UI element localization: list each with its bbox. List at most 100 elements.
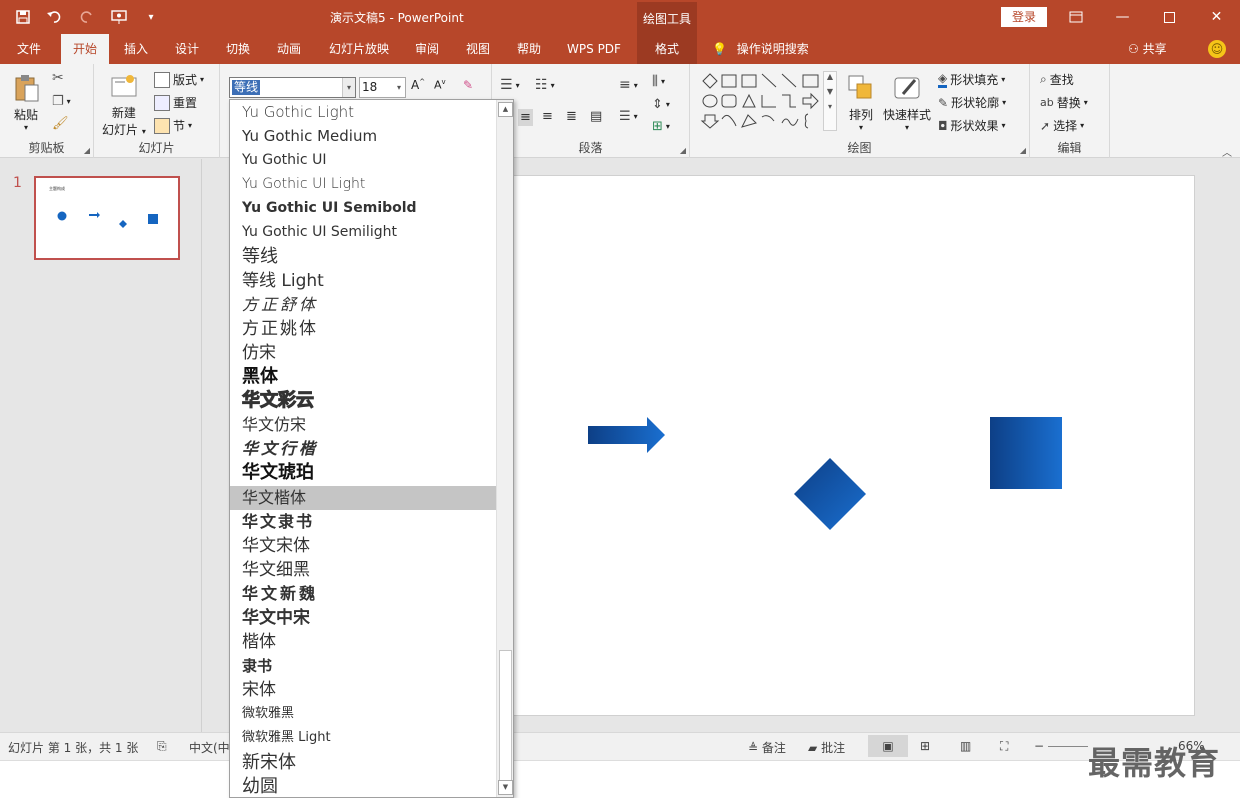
font-option[interactable]: Yu Gothic Light bbox=[230, 100, 496, 124]
notes-button[interactable]: ≜ 备注 bbox=[748, 739, 786, 756]
scroll-up-icon[interactable]: ▲ bbox=[498, 102, 513, 117]
font-name-dropdown-icon[interactable]: ▾ bbox=[342, 78, 355, 97]
tab-transitions[interactable]: 切换 bbox=[216, 34, 260, 64]
font-option[interactable]: 华文中宋 bbox=[230, 606, 496, 630]
cut-button[interactable]: ✂ bbox=[52, 70, 64, 86]
gallery-down-icon[interactable]: ▼ bbox=[824, 87, 836, 96]
format-painter-button[interactable]: 🖌 bbox=[52, 116, 69, 131]
shrink-font-button[interactable]: Av bbox=[434, 78, 446, 92]
font-option[interactable]: 华文宋体 bbox=[230, 534, 496, 558]
start-from-beginning-icon[interactable] bbox=[106, 6, 132, 28]
customize-qat-icon[interactable]: ▾ bbox=[138, 6, 164, 28]
font-option[interactable]: Yu Gothic UI Light bbox=[230, 172, 496, 196]
square-shape[interactable] bbox=[990, 417, 1062, 489]
distributed-button[interactable]: ▤ bbox=[590, 109, 602, 124]
comments-button[interactable]: ▰ 批注 bbox=[808, 739, 845, 756]
tab-wps-pdf[interactable]: WPS PDF bbox=[558, 34, 630, 64]
align-text-button[interactable]: ⇕ ▾ bbox=[652, 97, 670, 112]
font-option[interactable]: 仿宋 bbox=[230, 341, 496, 365]
slide-sorter-button[interactable]: ⊞ bbox=[920, 739, 930, 753]
shape-outline-button[interactable]: ✎ 形状轮廓 ▾ bbox=[938, 94, 1006, 111]
minimize-icon[interactable]: — bbox=[1099, 0, 1146, 34]
font-size-combobox[interactable]: 18 ▾ bbox=[359, 77, 406, 98]
font-option[interactable]: 隶书 bbox=[230, 654, 496, 678]
zoom-slider[interactable] bbox=[1048, 746, 1088, 747]
scroll-down-icon[interactable]: ▼ bbox=[498, 780, 513, 795]
paste-button[interactable]: 粘贴 ▾ bbox=[10, 72, 42, 132]
shape-effects-button[interactable]: ◘ 形状效果 ▾ bbox=[938, 117, 1006, 134]
font-option[interactable]: 等线 Light bbox=[230, 269, 496, 293]
font-option[interactable]: 方正姚体 bbox=[230, 317, 496, 341]
font-option[interactable]: 新宋体 bbox=[230, 751, 496, 775]
tab-view[interactable]: 视图 bbox=[456, 34, 500, 64]
close-icon[interactable]: ✕ bbox=[1193, 0, 1240, 34]
font-option[interactable]: 华文琥珀 bbox=[230, 461, 496, 485]
clear-formatting-button[interactable]: ✎ bbox=[463, 78, 473, 92]
tab-help[interactable]: 帮助 bbox=[507, 34, 551, 64]
tab-animations[interactable]: 动画 bbox=[267, 34, 311, 64]
arrange-button[interactable]: 排列 ▾ bbox=[845, 72, 877, 132]
section-button[interactable]: 节 ▾ bbox=[154, 117, 192, 134]
gallery-more-icon[interactable]: ▾ bbox=[824, 102, 836, 111]
tab-format[interactable]: 格式 bbox=[637, 34, 697, 64]
spell-check-icon[interactable]: ⎘ bbox=[157, 739, 167, 754]
reading-view-button[interactable]: ▥ bbox=[960, 739, 971, 753]
copy-button[interactable]: ❐ ▾ bbox=[52, 94, 71, 109]
layout-button[interactable]: 版式 ▾ bbox=[154, 71, 204, 88]
replace-button[interactable]: ab 替换 ▾ bbox=[1040, 94, 1088, 111]
font-option[interactable]: 华文细黑 bbox=[230, 558, 496, 582]
save-icon[interactable] bbox=[10, 6, 36, 28]
font-option[interactable]: 华文新魏 bbox=[230, 582, 496, 606]
columns-button[interactable]: ☰ ▾ bbox=[619, 109, 638, 124]
tab-review[interactable]: 审阅 bbox=[405, 34, 449, 64]
collapse-ribbon-icon[interactable]: ︿ bbox=[1222, 144, 1232, 159]
font-option[interactable]: 宋体 bbox=[230, 678, 496, 702]
feedback-smiley-icon[interactable]: ☺ bbox=[1208, 40, 1226, 58]
diamond-shape[interactable] bbox=[794, 458, 866, 530]
clipboard-launcher-icon[interactable]: ◢ bbox=[84, 146, 90, 155]
new-slide-button[interactable]: 新建 幻灯片 ▾ bbox=[102, 70, 146, 138]
font-dropdown-list[interactable]: Yu Gothic Light Yu Gothic Medium Yu Goth… bbox=[229, 99, 514, 798]
slideshow-button[interactable]: ⛶ bbox=[1000, 739, 1008, 754]
font-option[interactable]: 华文仿宋 bbox=[230, 413, 496, 437]
font-option[interactable]: 华文行楷 bbox=[230, 437, 496, 461]
font-option[interactable]: 方正舒体 bbox=[230, 293, 496, 317]
shape-fill-button[interactable]: ◈ 形状填充 ▾ bbox=[938, 71, 1005, 88]
ribbon-display-options-icon[interactable] bbox=[1052, 0, 1099, 34]
shapes-gallery[interactable] bbox=[700, 71, 822, 131]
font-option[interactable]: 微软雅黑 bbox=[230, 702, 496, 726]
normal-view-button[interactable]: ▣ bbox=[868, 735, 908, 757]
font-option[interactable]: 楷体 bbox=[230, 630, 496, 654]
share-button[interactable]: ⚇ 共享 bbox=[1128, 34, 1167, 64]
font-name-value[interactable]: 等线 bbox=[232, 80, 261, 95]
gallery-up-icon[interactable]: ▲ bbox=[824, 72, 836, 81]
align-right-button[interactable]: ≡ bbox=[542, 109, 553, 124]
font-option[interactable]: Yu Gothic UI bbox=[230, 148, 496, 172]
undo-icon[interactable] bbox=[42, 6, 68, 28]
font-option[interactable]: 等线 bbox=[230, 245, 496, 269]
arrow-shape[interactable] bbox=[588, 417, 665, 453]
slide-canvas[interactable] bbox=[505, 175, 1195, 716]
font-option[interactable]: Yu Gothic UI Semilight bbox=[230, 220, 496, 244]
font-option[interactable]: Yu Gothic UI Semibold bbox=[230, 196, 496, 220]
shapes-gallery-scroll[interactable]: ▲ ▼ ▾ bbox=[823, 71, 837, 131]
select-button[interactable]: ➚ 选择 ▾ bbox=[1040, 117, 1084, 134]
tab-insert[interactable]: 插入 bbox=[114, 34, 158, 64]
find-button[interactable]: ⌕ 查找 bbox=[1040, 71, 1074, 88]
grow-font-button[interactable]: A^ bbox=[411, 78, 425, 92]
tab-slideshow[interactable]: 幻灯片放映 bbox=[321, 34, 397, 64]
reset-button[interactable]: 重置 bbox=[154, 94, 197, 111]
font-option[interactable]: 黑体 bbox=[230, 365, 496, 389]
tab-file[interactable]: 文件 bbox=[6, 34, 52, 64]
numbering-button[interactable]: ☷ ▾ bbox=[535, 77, 555, 93]
font-option[interactable]: Yu Gothic Medium bbox=[230, 124, 496, 148]
zoom-out-button[interactable]: − bbox=[1034, 739, 1044, 753]
redo-icon[interactable] bbox=[74, 6, 100, 28]
font-size-dropdown-icon[interactable]: ▾ bbox=[393, 78, 405, 97]
tell-me-search[interactable]: 💡 操作说明搜索 bbox=[712, 34, 809, 64]
font-option[interactable]: 幼圆 bbox=[230, 775, 496, 797]
font-option[interactable]: 微软雅黑 Light bbox=[230, 726, 496, 750]
font-name-combobox[interactable]: 等线 ▾ bbox=[229, 77, 356, 98]
scroll-thumb[interactable] bbox=[499, 650, 512, 782]
language-indicator[interactable]: 中文(中 bbox=[189, 739, 230, 756]
